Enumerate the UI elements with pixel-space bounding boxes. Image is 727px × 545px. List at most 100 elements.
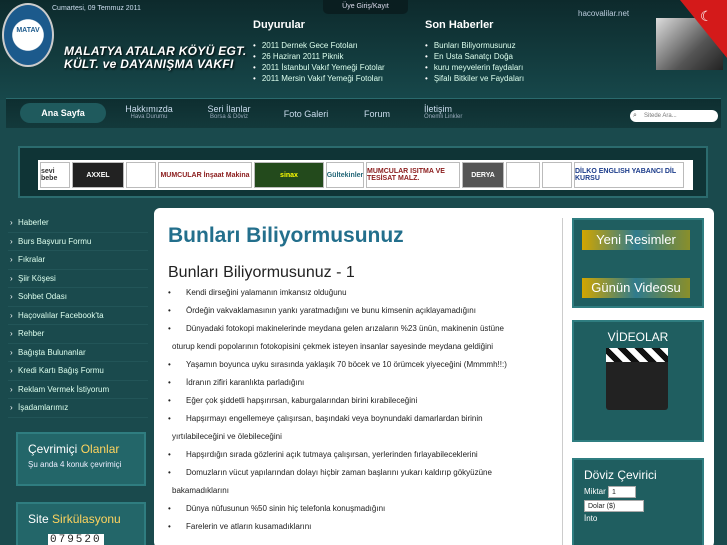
bullet-icon: • <box>168 414 171 423</box>
sponsor-logo[interactable]: MUMCULAR ISITMA VE TESİSAT MALZ. <box>366 162 460 188</box>
article-line-text: İdranın zifiri karanlıkta parladığını <box>186 378 305 387</box>
login-register-button[interactable]: Üye Giriş/Kayıt <box>323 0 408 14</box>
bullet-icon: • <box>168 468 171 477</box>
news-link[interactable]: kuru meyvelerin faydaları <box>425 62 524 73</box>
article-line-text: bakamadıklarını <box>172 486 229 495</box>
current-date: Cumartesi, 09 Temmuz 2011 <box>52 5 141 12</box>
sponsor-logo[interactable]: DERYA <box>462 162 504 188</box>
article-line: • Hapşırdığın sırada gözlerini açık tutma… <box>168 446 548 464</box>
sidebar-item[interactable]: Sohbet Odası <box>8 288 148 307</box>
article-line-text: Dünya nüfusunun %50 sinin hiç telefonla … <box>186 504 386 513</box>
sponsor-logo[interactable]: Gültekinler <box>326 162 364 188</box>
bullet-icon: • <box>168 522 171 531</box>
article-line: • İdranın zifiri karanlıkta parladığını <box>168 374 548 392</box>
search-icon: ⌕ <box>633 112 637 119</box>
circ-title-a: Site <box>28 512 49 526</box>
nav-ads-sub: Borsa & Döviz <box>209 114 248 120</box>
sidebar-item[interactable]: Haçovalılar Facebook'ta <box>8 307 148 325</box>
amount-input[interactable]: 1 <box>608 486 637 498</box>
bullet-icon: • <box>168 396 171 405</box>
bullet-icon: • <box>168 324 171 333</box>
header: MATAV Cumartesi, 09 Temmuz 2011 MALATYA … <box>0 0 727 100</box>
article-line: • Farelerin ve atların kusamadıklarını <box>168 518 548 536</box>
article-line-text: Ördeğin vakvaklamasının yankı yaratmadığ… <box>186 306 476 315</box>
column-divider <box>562 218 563 545</box>
article-line-text: Hapşırdığın sırada gözlerini açık tutmay… <box>186 450 478 459</box>
video-of-day-button[interactable]: Günün Videosu <box>582 278 690 298</box>
visitor-counter: 079520 <box>48 534 104 545</box>
article-line: • Eğer çok şiddetli hapşırırsan, kaburgal… <box>168 392 548 410</box>
article-line: • Yaşamın boyunca uyku sırasında yaklaşık… <box>168 356 548 374</box>
announcement-link[interactable]: 26 Haziran 2011 Piknik <box>253 51 385 62</box>
news-link[interactable]: En Usta Sanatçı Doğa <box>425 51 524 62</box>
bullet-icon: • <box>168 288 171 297</box>
sidebar-item[interactable]: Reklam Vermek İstiyorum <box>8 381 148 399</box>
article-line-text: oturup kendi popolarının fotokopisini çe… <box>172 342 494 351</box>
nav-home[interactable]: Ana Sayfa <box>20 103 106 123</box>
sponsor-logo[interactable] <box>542 162 572 188</box>
main-nav: Ana Sayfa Hakkımızda Hava Durumu Seri İla… <box>6 98 721 128</box>
nav-contact[interactable]: İletişim Önemli Linkler <box>414 104 478 120</box>
sponsor-logo[interactable] <box>126 162 156 188</box>
article-line: oturup kendi popolarının fotokopisini çe… <box>168 338 548 356</box>
nav-ads[interactable]: Seri İlanlar Borsa & Döviz <box>194 104 264 120</box>
sidebar-item[interactable]: Şiir Köşesi <box>8 270 148 288</box>
clapperboard-icon[interactable] <box>606 348 668 410</box>
nav-about[interactable]: Hakkımızda Hava Durumu <box>114 104 184 120</box>
sponsor-logo[interactable]: AXXEL <box>72 162 124 188</box>
sidebar-item[interactable]: İşadamlarımız <box>8 399 148 418</box>
article-line: • Domuzların vücut yapılarından dolayı hi… <box>168 464 548 482</box>
article-line-text: Eğer çok şiddetli hapşırırsan, kaburgala… <box>186 396 418 405</box>
circ-title-b: Sirkülasyonu <box>52 512 121 526</box>
sponsor-logo[interactable]: DİLKO ENGLISH YABANCI DİL KURSU <box>574 162 684 188</box>
sponsor-logo[interactable]: sinax <box>254 162 324 188</box>
sidebar-item[interactable]: Bağışta Bulunanlar <box>8 344 148 362</box>
article-line-text: yırtılabileceğini ve ölebileceğini <box>172 432 282 441</box>
sidebar-item[interactable]: Burs Başvuru Formu <box>8 233 148 251</box>
news-title: Son Haberler <box>425 19 494 31</box>
foundation-logo[interactable]: MATAV <box>2 3 54 67</box>
article-line: yırtılabileceğini ve ölebileceğini <box>168 428 548 446</box>
nav-about-label: Hakkımızda <box>125 104 173 114</box>
sidebar-item[interactable]: Kredi Kartı Bağış Formu <box>8 362 148 381</box>
sidebar-item[interactable]: Haberler <box>8 214 148 233</box>
bullet-icon: • <box>168 504 171 513</box>
videos-box: VİDEOLAR <box>572 320 704 442</box>
article-line-text: Dünyadaki fotokopi makinelerinde meydana… <box>186 324 504 333</box>
sponsor-logo[interactable]: sevi bebe <box>40 162 70 188</box>
announcements-title: Duyurular <box>253 19 305 31</box>
news-link[interactable]: Şifalı Bitkiler ve Faydaları <box>425 73 524 84</box>
videos-title: VİDEOLAR <box>607 330 669 344</box>
news-section: Son Haberler Bunları Biliyormusunuz En U… <box>425 19 524 84</box>
currency-title: Döviz Çevirici <box>584 468 657 482</box>
announcement-link[interactable]: 2011 Dernek Gece Fotoları <box>253 40 385 51</box>
circulation-title: Site Sirkülasyonu <box>28 512 134 526</box>
site-name: hacovalilar.net <box>578 9 630 18</box>
article-line-text: Yaşamın boyunca uyku sırasında yaklaşık … <box>186 360 507 369</box>
sidebar-item[interactable]: Rehber <box>8 325 148 344</box>
from-currency-select[interactable]: Dolar ($) <box>584 500 644 512</box>
nav-forum[interactable]: Forum <box>352 109 402 119</box>
bullet-icon: • <box>168 378 171 387</box>
search-input[interactable]: ⌕ Sitede Ara... <box>630 110 718 122</box>
news-link[interactable]: Bunları Biliyormusunuz <box>425 40 524 51</box>
article-subtitle: Bunları Biliyormusunuz - 1 <box>168 264 355 281</box>
article-line: • Ördeğin vakvaklamasının yankı yaratmadı… <box>168 302 548 320</box>
foundation-title[interactable]: MALATYA ATALAR KÖYÜ EGT. KÜLT. ve DAYANI… <box>64 45 247 71</box>
announcement-link[interactable]: 2011 İstanbul Vakıf Yemeği Fotolar <box>253 62 385 73</box>
sponsor-logo[interactable]: MUMCULAR İnşaat Makina <box>158 162 252 188</box>
announcement-link[interactable]: 2011 Mersin Vakıf Yemeği Fotoları <box>253 73 385 84</box>
amount-label: Miktar <box>584 487 606 496</box>
nav-contact-sub: Önemli Linkler <box>424 114 463 120</box>
article-line: • Kendi dirseğini yalamanın imkansız oldu… <box>168 284 548 302</box>
nav-gallery[interactable]: Foto Galeri <box>274 109 338 119</box>
from-row: Dolar ($) <box>584 500 702 512</box>
article-line: bakamadıklarını <box>168 482 548 500</box>
nav-contact-label: İletişim <box>424 104 453 114</box>
new-photos-button[interactable]: Yeni Resimler <box>582 230 690 250</box>
sponsor-logo[interactable] <box>506 162 540 188</box>
article-line-text: Domuzların vücut yapılarından dolayı hiç… <box>186 468 492 477</box>
sidebar-item[interactable]: Fıkralar <box>8 251 148 270</box>
search-placeholder: Sitede Ara... <box>644 113 677 119</box>
amount-row: Miktar 1 <box>584 486 702 498</box>
